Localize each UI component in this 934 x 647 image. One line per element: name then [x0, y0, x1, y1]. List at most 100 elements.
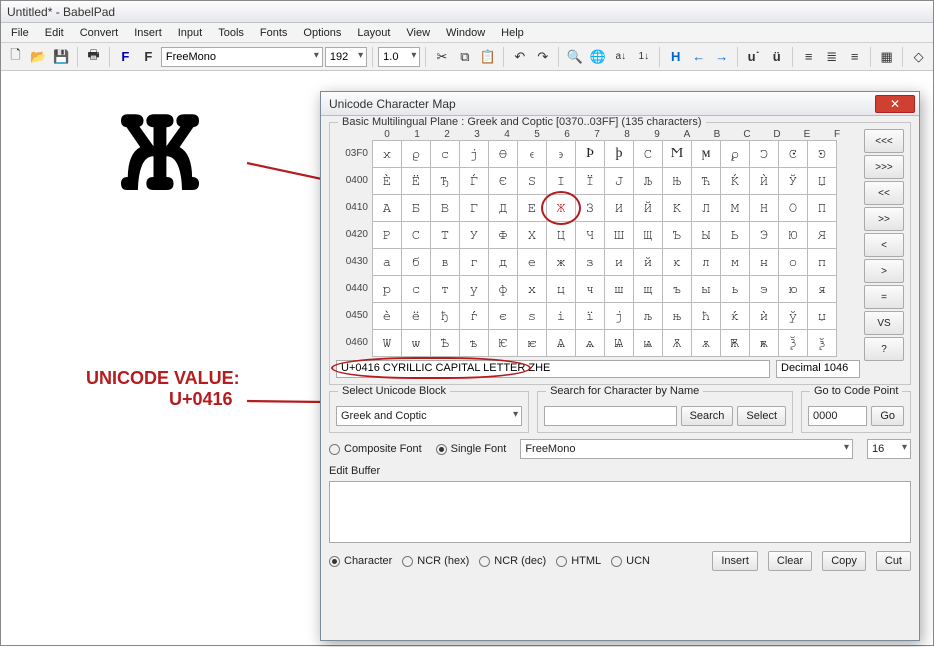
char-cell[interactable]: І: [546, 167, 576, 195]
sort-az-icon[interactable]: a↓: [610, 46, 631, 68]
char-cell[interactable]: Њ: [662, 167, 692, 195]
char-cell[interactable]: С: [401, 221, 431, 249]
char-cell[interactable]: ѣ: [459, 329, 489, 357]
char-cell[interactable]: Є: [488, 167, 518, 195]
char-cell[interactable]: и: [604, 248, 634, 276]
char-cell[interactable]: т: [430, 275, 460, 303]
char-cell[interactable]: з: [575, 248, 605, 276]
char-cell[interactable]: ё: [401, 302, 431, 330]
char-cell[interactable]: с: [401, 275, 431, 303]
char-cell[interactable]: џ: [807, 302, 837, 330]
charmap-icon[interactable]: 🌐: [587, 46, 608, 68]
char-cell[interactable]: Л: [691, 194, 721, 222]
char-cell[interactable]: ѩ: [633, 329, 663, 357]
align-left-icon[interactable]: ≡: [798, 46, 819, 68]
char-cell[interactable]: щ: [633, 275, 663, 303]
grid-nav-button[interactable]: =: [864, 285, 904, 309]
char-cell[interactable]: ч: [575, 275, 605, 303]
char-cell[interactable]: Ͼ: [778, 140, 808, 168]
menu-input[interactable]: Input: [170, 25, 210, 41]
new-icon[interactable]: 🗋: [5, 46, 26, 68]
menu-layout[interactable]: Layout: [349, 25, 398, 41]
char-cell[interactable]: х: [517, 275, 547, 303]
redo-icon[interactable]: ↷: [532, 46, 553, 68]
grid-nav-button[interactable]: VS: [864, 311, 904, 335]
char-cell[interactable]: И: [604, 194, 634, 222]
u-umlaut-icon[interactable]: ü: [766, 46, 787, 68]
char-cell[interactable]: Ќ: [720, 167, 750, 195]
bold-icon[interactable]: F: [115, 46, 136, 68]
char-cell[interactable]: њ: [662, 302, 692, 330]
grid-nav-button[interactable]: <: [864, 233, 904, 257]
char-cell[interactable]: й: [633, 248, 663, 276]
font-size-combo[interactable]: 192: [325, 47, 367, 67]
char-cell[interactable]: ѫ: [691, 329, 721, 357]
menu-file[interactable]: File: [3, 25, 37, 41]
goto-input[interactable]: 0000: [808, 406, 867, 426]
char-cell[interactable]: Ъ: [662, 221, 692, 249]
close-icon[interactable]: ✕: [875, 95, 915, 113]
char-cell[interactable]: Ы: [691, 221, 721, 249]
char-cell[interactable]: Ж: [546, 194, 576, 222]
char-cell[interactable]: ј: [604, 302, 634, 330]
char-cell[interactable]: Ѭ: [720, 329, 750, 357]
find-icon[interactable]: 🔍: [564, 46, 585, 68]
char-cell[interactable]: Х: [517, 221, 547, 249]
char-cell[interactable]: Ѧ: [546, 329, 576, 357]
char-cell[interactable]: Е: [517, 194, 547, 222]
char-cell[interactable]: Ф: [488, 221, 518, 249]
menu-view[interactable]: View: [398, 25, 438, 41]
nav-h-icon[interactable]: H: [665, 46, 686, 68]
block-combo[interactable]: Greek and Coptic: [336, 406, 522, 426]
char-cell[interactable]: Џ: [807, 167, 837, 195]
char-cell[interactable]: ϳ: [459, 140, 489, 168]
paste-icon[interactable]: 📋: [477, 46, 498, 68]
char-cell[interactable]: ѓ: [459, 302, 489, 330]
undo-icon[interactable]: ↶: [509, 46, 530, 68]
char-cell[interactable]: л: [691, 248, 721, 276]
char-cell[interactable]: п: [807, 248, 837, 276]
grid-nav-button[interactable]: <<<: [864, 129, 904, 153]
char-cell[interactable]: Я: [807, 221, 837, 249]
char-cell[interactable]: ѐ: [372, 302, 402, 330]
select-button[interactable]: Select: [737, 406, 786, 426]
nav-right-icon[interactable]: →: [711, 46, 732, 68]
char-cell[interactable]: к: [662, 248, 692, 276]
char-cell[interactable]: љ: [633, 302, 663, 330]
char-cell[interactable]: Ц: [546, 221, 576, 249]
char-cell[interactable]: ϼ: [720, 140, 750, 168]
menu-help[interactable]: Help: [493, 25, 532, 41]
char-cell[interactable]: Ϻ: [662, 140, 692, 168]
char-cell[interactable]: М: [720, 194, 750, 222]
char-cell[interactable]: К: [662, 194, 692, 222]
clear-button[interactable]: Clear: [768, 551, 812, 571]
menu-window[interactable]: Window: [438, 25, 493, 41]
radio-ucn[interactable]: UCN: [611, 555, 650, 567]
char-cell[interactable]: ю: [778, 275, 808, 303]
menu-fonts[interactable]: Fonts: [252, 25, 296, 41]
char-cell[interactable]: Ч: [575, 221, 605, 249]
radio-ncr-hex[interactable]: NCR (hex): [402, 555, 469, 567]
char-cell[interactable]: Ї: [575, 167, 605, 195]
menu-options[interactable]: Options: [295, 25, 349, 41]
cut-icon[interactable]: ✂: [431, 46, 452, 68]
dialog-title-bar[interactable]: Unicode Character Map ✕: [321, 92, 919, 116]
char-cell[interactable]: ф: [488, 275, 518, 303]
u-dot-icon[interactable]: u˙: [743, 46, 764, 68]
grid-nav-button[interactable]: >>: [864, 207, 904, 231]
search-button[interactable]: Search: [681, 406, 734, 426]
char-cell[interactable]: у: [459, 275, 489, 303]
search-input[interactable]: [544, 406, 676, 426]
char-cell[interactable]: б: [401, 248, 431, 276]
dialog-font-combo[interactable]: FreeMono: [520, 439, 853, 459]
char-cell[interactable]: З: [575, 194, 605, 222]
single-font-radio[interactable]: Single Font: [436, 443, 507, 455]
char-cell[interactable]: ϴ: [488, 140, 518, 168]
sort-num-icon[interactable]: 1↓: [633, 46, 654, 68]
radio-ncr-dec[interactable]: NCR (dec): [479, 555, 546, 567]
menu-insert[interactable]: Insert: [126, 25, 170, 41]
char-cell[interactable]: н: [749, 248, 779, 276]
char-cell[interactable]: Ϲ: [633, 140, 663, 168]
char-cell[interactable]: Ѥ: [488, 329, 518, 357]
save-icon[interactable]: 💾: [51, 46, 72, 68]
